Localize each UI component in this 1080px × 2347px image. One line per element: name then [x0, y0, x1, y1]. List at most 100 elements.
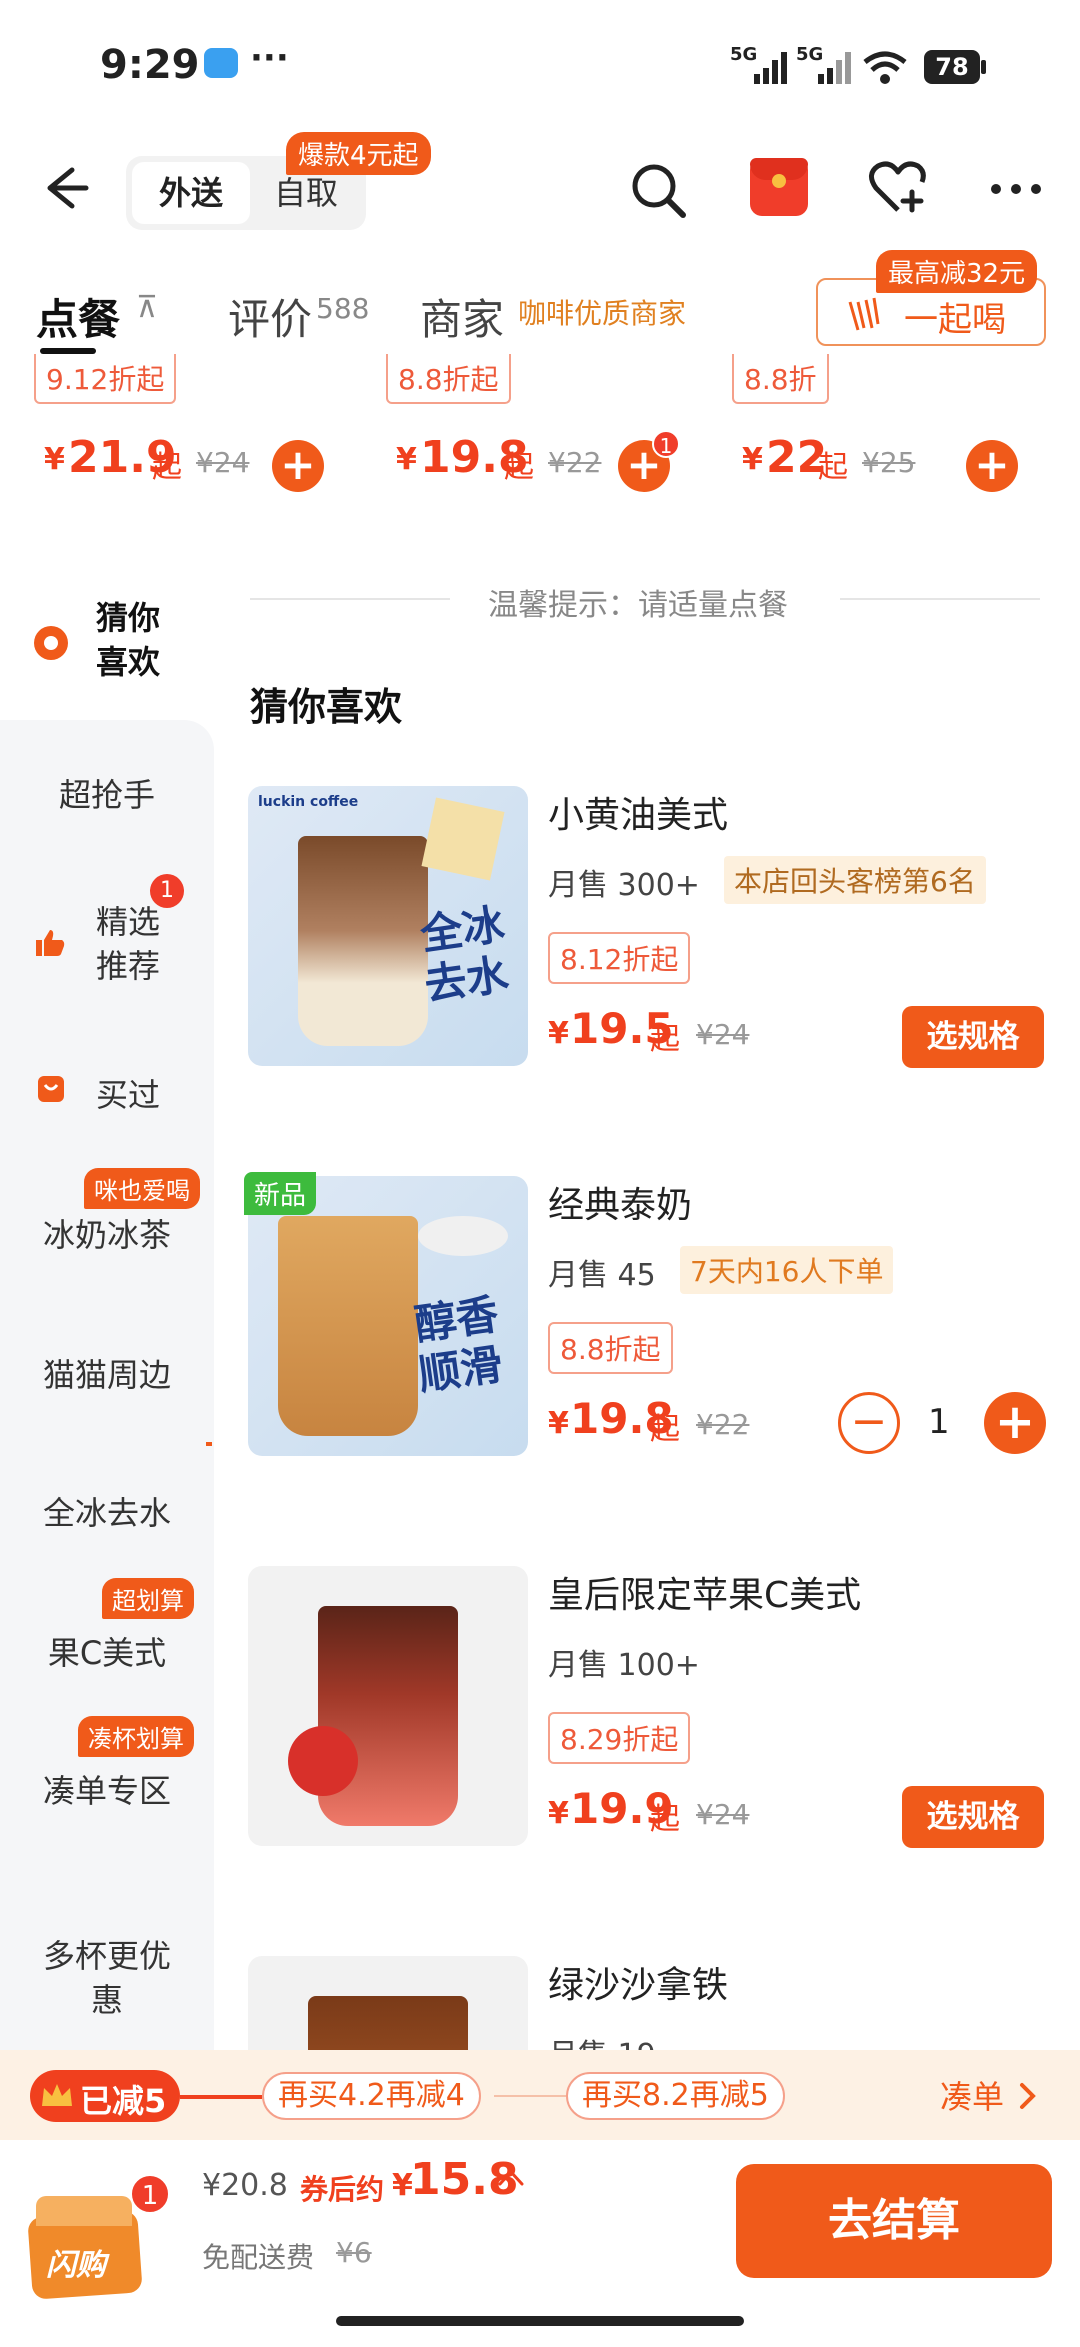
- wifi-icon: [863, 51, 907, 84]
- tab-delivery[interactable]: 外送: [132, 162, 250, 224]
- merchant-tag: 咖啡优质商家: [518, 297, 687, 330]
- count-badge: 1: [150, 874, 184, 908]
- currency: ¥: [548, 1796, 569, 1831]
- reduced-text: 已减5: [80, 2082, 167, 2120]
- original-price: ¥24: [196, 446, 250, 479]
- more-icon[interactable]: [990, 182, 1042, 196]
- original-price: ¥25: [862, 446, 916, 479]
- sidebar-item-label: 全冰去水: [42, 1494, 171, 1532]
- discount-tag: 8.8折: [732, 354, 829, 404]
- product-sales: 月售 300+: [548, 868, 700, 903]
- cart-icon[interactable]: 闪购 1: [20, 2174, 170, 2300]
- featured-card-1[interactable]: 9.12折起 ¥ 21.9 起 ¥24 +: [34, 354, 354, 512]
- red-packet-icon[interactable]: [750, 158, 808, 216]
- discount-progress-bar: 已减5 再买4.2再减4 再买8.2再减5 凑单: [0, 2050, 1080, 2140]
- cart-count-badge: 1: [130, 2174, 170, 2214]
- featured-card-2[interactable]: 8.8折起 ¥ 19.8 起 ¥22 + 1: [386, 354, 706, 512]
- currency: ¥: [44, 442, 65, 477]
- sidebar-item-multi[interactable]: 多杯更优 惠: [0, 1890, 214, 2019]
- original-price: ¥22: [696, 1408, 750, 1441]
- price-suffix: 起: [650, 1802, 680, 1837]
- product-card[interactable]: 醇香 顺滑 新品 经典泰奶 月售 45 7天内16人下单 8.8折起 ¥ 19.…: [214, 1172, 1080, 1476]
- price-suffix: 起: [650, 1412, 680, 1447]
- favorite-add-icon[interactable]: [868, 160, 928, 216]
- cart-lid: [36, 2196, 132, 2226]
- crown-icon: [42, 2084, 72, 2106]
- tea-leaves-dish: [418, 1216, 508, 1256]
- delivery-fee-label: 免配送费: [202, 2241, 315, 2274]
- step-2: 再买8.2再减5: [566, 2072, 785, 2120]
- sidebar-item-ice[interactable]: 全冰去水: [0, 1488, 214, 1548]
- chevron-up-icon[interactable]: [496, 2166, 526, 2190]
- choose-spec-button[interactable]: 选规格: [902, 1786, 1044, 1848]
- sidebar-item-combine[interactable]: 凑单专区: [0, 1766, 214, 1826]
- cart-logo-text: 闪购: [46, 2248, 106, 2283]
- sidebar-item-fruit-c[interactable]: 果C美式: [0, 1628, 214, 1688]
- scroll-marker: [206, 1442, 212, 1446]
- status-bar: 9:29 ··· 5G 5G 78: [0, 0, 1080, 130]
- sidebar-item-label: 精选 推荐: [96, 903, 161, 985]
- original-price: ¥24: [696, 1798, 750, 1831]
- signal-icon: [754, 52, 787, 84]
- back-icon[interactable]: [38, 162, 90, 214]
- image-text-2: 顺滑: [415, 1339, 506, 1400]
- search-icon[interactable]: [628, 160, 688, 220]
- product-card[interactable]: 皇后限定苹果C美式 月售 100+ 8.29折起 ¥ 19.9 起 ¥24 选规…: [214, 1566, 1080, 1866]
- sidebar-item-guess[interactable]: 猜你 喜欢: [0, 596, 214, 692]
- sidebar-item-recommend[interactable]: 精选 推荐 1: [0, 874, 214, 1000]
- image-text-2: 去水: [421, 949, 512, 1010]
- apple-illustration: [288, 1726, 358, 1796]
- sidebar-item-label: 猜你 喜欢: [96, 599, 161, 681]
- group-badge: 最高减32元: [876, 250, 1038, 293]
- battery-tip: [981, 60, 986, 74]
- discount-tag: 8.8折起: [386, 354, 511, 404]
- popular-tag: 7天内16人下单: [680, 1246, 894, 1294]
- increase-button[interactable]: +: [984, 1392, 1046, 1454]
- sidebar-item-cat-merch[interactable]: 猫猫周边: [0, 1350, 214, 1410]
- reduced-badge: 已减5: [30, 2070, 180, 2122]
- checkout-button[interactable]: 去结算: [736, 2164, 1052, 2278]
- product-sales: 月售 100+: [548, 1648, 700, 1683]
- sidebar-item-bought[interactable]: 买过: [0, 1070, 214, 1130]
- tip-text: 温馨提示：请适量点餐: [488, 588, 788, 623]
- discount-tag: 8.8折起: [548, 1322, 673, 1374]
- currency: ¥: [742, 442, 763, 477]
- choose-spec-button[interactable]: 选规格: [902, 1006, 1044, 1068]
- add-button[interactable]: +: [966, 440, 1018, 492]
- sidebar-item-milk-tea[interactable]: 冰奶冰茶: [0, 1210, 214, 1270]
- sidebar-item-label: 冰奶冰茶: [42, 1216, 171, 1254]
- tab-order[interactable]: 点餐: [36, 286, 120, 347]
- cart-total: ¥20.8: [202, 2168, 288, 2203]
- product-image[interactable]: [248, 1566, 528, 1846]
- tab-merchant[interactable]: 商家: [420, 286, 504, 347]
- discount-tag: 9.12折起: [34, 354, 177, 404]
- bag-icon: [38, 1076, 64, 1102]
- featured-card-3[interactable]: 8.8折 ¥ 22 起 ¥25 +: [732, 354, 1052, 512]
- brand-logo: luckin coffee: [258, 794, 359, 810]
- combine-link[interactable]: 凑单: [940, 2072, 1004, 2118]
- new-badge: 新品: [244, 1172, 317, 1215]
- top-bar: 外送 自取 爆款4元起: [0, 130, 1080, 250]
- cart-bar: 闪购 1 ¥20.8 券后约 ¥ 15.8 免配送费 ¥6 去结算: [0, 2140, 1080, 2347]
- product-list: 温馨提示：请适量点餐 猜你喜欢 luckin coffee 全冰 去水 小黄油美…: [214, 560, 1080, 2060]
- sidebar-item-label: 超抢手: [58, 776, 155, 814]
- product-image[interactable]: luckin coffee 全冰 去水: [248, 786, 528, 1066]
- add-button[interactable]: +: [272, 440, 324, 492]
- reviews-count: 588: [316, 292, 370, 325]
- sidebar-item-hot[interactable]: 超抢手: [0, 770, 214, 830]
- cheers-icon: [848, 297, 880, 331]
- sidebar-item-label: 果C美式: [47, 1634, 167, 1672]
- tab-reviews[interactable]: 评价: [228, 286, 312, 347]
- decrease-button[interactable]: −: [838, 1392, 900, 1454]
- pickup-badge: 爆款4元起: [286, 132, 431, 175]
- product-card[interactable]: 绿沙沙拿铁 月售 19: [214, 1956, 1080, 2060]
- discount-tag: 8.12折起: [548, 932, 691, 984]
- product-card[interactable]: luckin coffee 全冰 去水 小黄油美式 月售 300+ 本店回头客榜…: [214, 786, 1080, 1086]
- chevron-right-icon[interactable]: [1018, 2082, 1038, 2110]
- divider: [250, 598, 450, 600]
- product-image[interactable]: [248, 1956, 528, 2060]
- price-suffix: 起: [650, 1022, 680, 1057]
- sidebar-badge: 凑杯划算: [78, 1716, 194, 1757]
- product-image[interactable]: 醇香 顺滑: [248, 1176, 528, 1456]
- delivery-original: ¥6: [336, 2236, 372, 2269]
